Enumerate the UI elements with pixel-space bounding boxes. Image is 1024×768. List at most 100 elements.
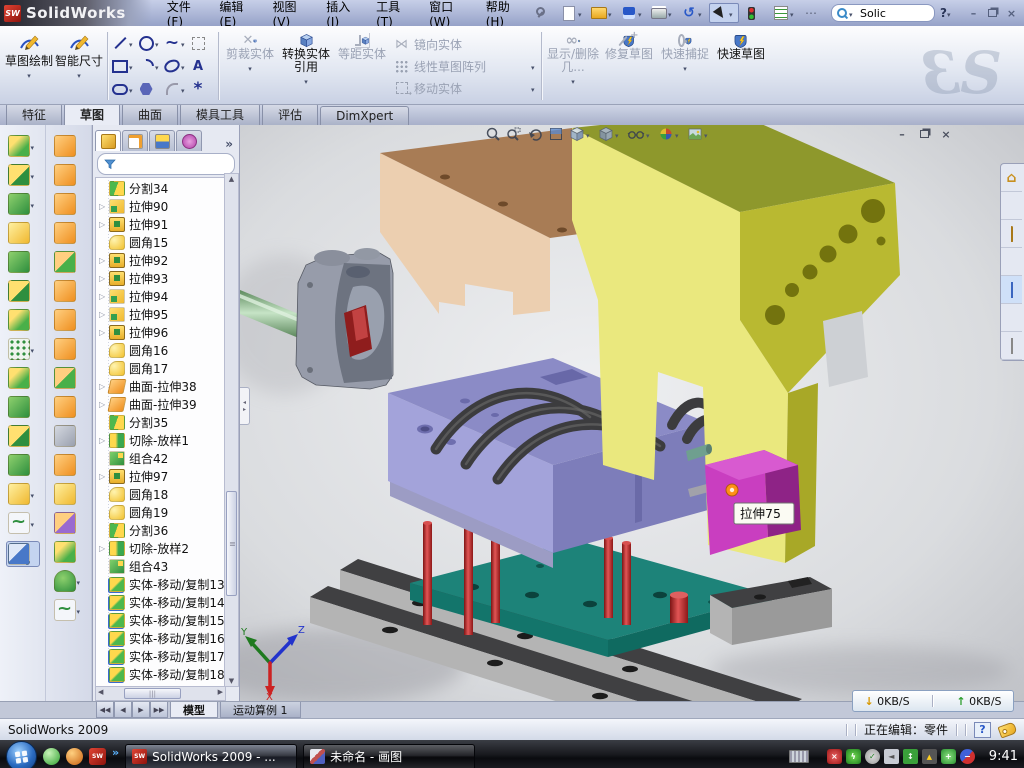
usb-tray-icon[interactable]: ↕ [903,749,918,764]
feature-tool-button[interactable] [8,251,38,273]
sketch-tool[interactable] [111,55,137,78]
sketch-tool[interactable] [189,32,215,55]
quick-tips-help-icon[interactable]: ? [974,722,991,738]
expand-arrow-icon[interactable] [99,256,109,265]
expand-arrow-icon[interactable] [99,292,109,301]
ribbon-stack-button[interactable]: 镜向实体 [390,34,538,54]
sketch-tool[interactable] [189,55,215,78]
doc-restore-button[interactable] [916,127,932,141]
feature-tree-item[interactable]: 实体-移动/复制18 [96,665,224,683]
mold-tool-button[interactable] [54,367,84,389]
titlebar-tool[interactable] [619,4,647,22]
search-input[interactable] [858,6,910,21]
feature-tree-item[interactable]: 圆角18 [96,485,224,503]
ribbon-button[interactable]: 显示/删除几... [545,28,601,104]
volume-tray-icon[interactable]: ◄ [884,749,899,764]
scroll-up-icon[interactable]: ▲ [225,175,238,183]
mold-tool-button[interactable] [54,280,84,302]
feature-tool-button[interactable] [8,135,38,157]
tab-nav-button[interactable]: ▶▶ [150,702,168,718]
mold-tool-button[interactable] [54,396,84,418]
feature-tree-item[interactable]: 实体-移动/复制16 [96,629,224,647]
feature-tool-button[interactable] [8,454,38,476]
expand-arrow-icon[interactable] [99,310,109,319]
quick-launch-overflow[interactable]: » [112,746,119,759]
sketch-tool[interactable] [163,55,189,78]
document-recovery-tab[interactable] [1001,276,1022,304]
sketch-tool[interactable] [137,55,163,78]
ribbon-button[interactable]: 转换实体引用 [278,28,334,104]
scrollbar-thumb[interactable]: ||| [124,688,180,699]
close-button[interactable]: × [1003,6,1020,21]
ribbon-big-button[interactable]: 草图绘制 [4,28,54,104]
ribbon-button[interactable]: 修复草图 [601,28,657,104]
design-library-tab[interactable] [1001,192,1022,220]
search-box[interactable] [831,4,935,22]
sync-tray-icon[interactable]: − [960,749,975,764]
scroll-left-icon[interactable]: ◀ [98,688,103,696]
ribbon-button[interactable]: 剪裁实体 [222,28,278,104]
titlebar-tool[interactable] [801,4,829,22]
appearances-tab[interactable] [1001,304,1022,332]
zoom-to-fit-icon[interactable] [485,126,501,142]
ribbon-button[interactable]: 等距实体 [334,28,390,104]
taskbar-window-button[interactable]: 未命名 - 画图 [303,744,475,768]
ribbon-big-button[interactable]: 智能尺寸 [54,28,104,104]
expand-arrow-icon[interactable] [99,220,109,229]
command-tab[interactable]: 模具工具 [180,103,260,125]
feature-tree-item[interactable]: 圆角15 [96,233,224,251]
feature-tool-button[interactable] [8,512,38,534]
zoom-to-area-icon[interactable] [506,126,522,142]
panel-tabs-overflow[interactable]: » [221,137,237,151]
antivirus-tray-icon[interactable]: × [827,749,842,764]
ribbon-button[interactable]: 快速捕捉 [657,28,713,104]
feature-tool-button[interactable] [6,541,40,567]
feature-tool-button[interactable] [8,164,38,186]
ribbon-stack-button[interactable]: 移动实体 [390,78,538,98]
sketch-tool[interactable] [189,78,215,101]
solidworks-launcher-icon[interactable]: SW [89,748,106,765]
doc-close-button[interactable]: × [938,127,954,141]
display-style-icon[interactable] [598,126,622,142]
mold-tool-button[interactable] [54,193,84,215]
expand-arrow-icon[interactable] [99,274,109,283]
document-tab[interactable]: 模型 [170,702,218,718]
feature-tree-item[interactable]: 实体-移动/复制13 [96,575,224,593]
mold-tool-button[interactable] [54,599,84,621]
file-explorer-tab[interactable] [1001,220,1022,248]
scroll-right-icon[interactable]: ▶ [218,688,223,696]
titlebar-tool[interactable] [589,4,617,22]
start-button[interactable] [6,741,37,768]
expand-arrow-icon[interactable] [99,472,109,481]
feature-tree-item[interactable]: 拉伸90 [96,197,224,215]
tab-nav-button[interactable]: ◀◀ [96,702,114,718]
hide-show-items-icon[interactable] [627,126,653,142]
expand-arrow-icon[interactable] [99,328,109,337]
mold-tool-button[interactable] [54,222,84,244]
document-tab[interactable]: 运动算例 1 [220,702,301,718]
minimize-button[interactable]: – [965,6,982,21]
solidworks-resources-tab[interactable] [1001,164,1022,192]
mold-tool-button[interactable] [54,512,84,534]
slide-block[interactable] [296,248,393,389]
graphics-area[interactable]: 拉伸75 Y Z X [240,125,1024,701]
feature-tool-button[interactable] [8,309,38,331]
mold-tool-button[interactable] [54,570,84,592]
feature-tree-item[interactable]: 分割35 [96,413,224,431]
section-view-icon[interactable] [548,126,564,142]
scrollbar-thumb[interactable] [226,491,237,595]
command-tab[interactable]: 草图 [64,103,120,125]
mold-tool-button[interactable] [54,164,84,186]
model-canvas[interactable]: 拉伸75 Y Z X [240,125,1024,701]
sketch-tool[interactable] [137,32,163,55]
security-shield-tray-icon[interactable]: ϟ [846,749,861,764]
command-tab[interactable]: 评估 [262,103,318,125]
titlebar-tool[interactable] [741,4,769,22]
feature-tree-item[interactable]: 拉伸92 [96,251,224,269]
sketch-tool[interactable] [111,78,137,101]
sketch-tool[interactable] [137,78,163,101]
feature-tool-button[interactable] [8,193,38,215]
messenger-icon[interactable] [43,748,60,765]
feature-tree-item[interactable]: 组合42 [96,449,224,467]
feature-tree-item[interactable]: 拉伸94 [96,287,224,305]
